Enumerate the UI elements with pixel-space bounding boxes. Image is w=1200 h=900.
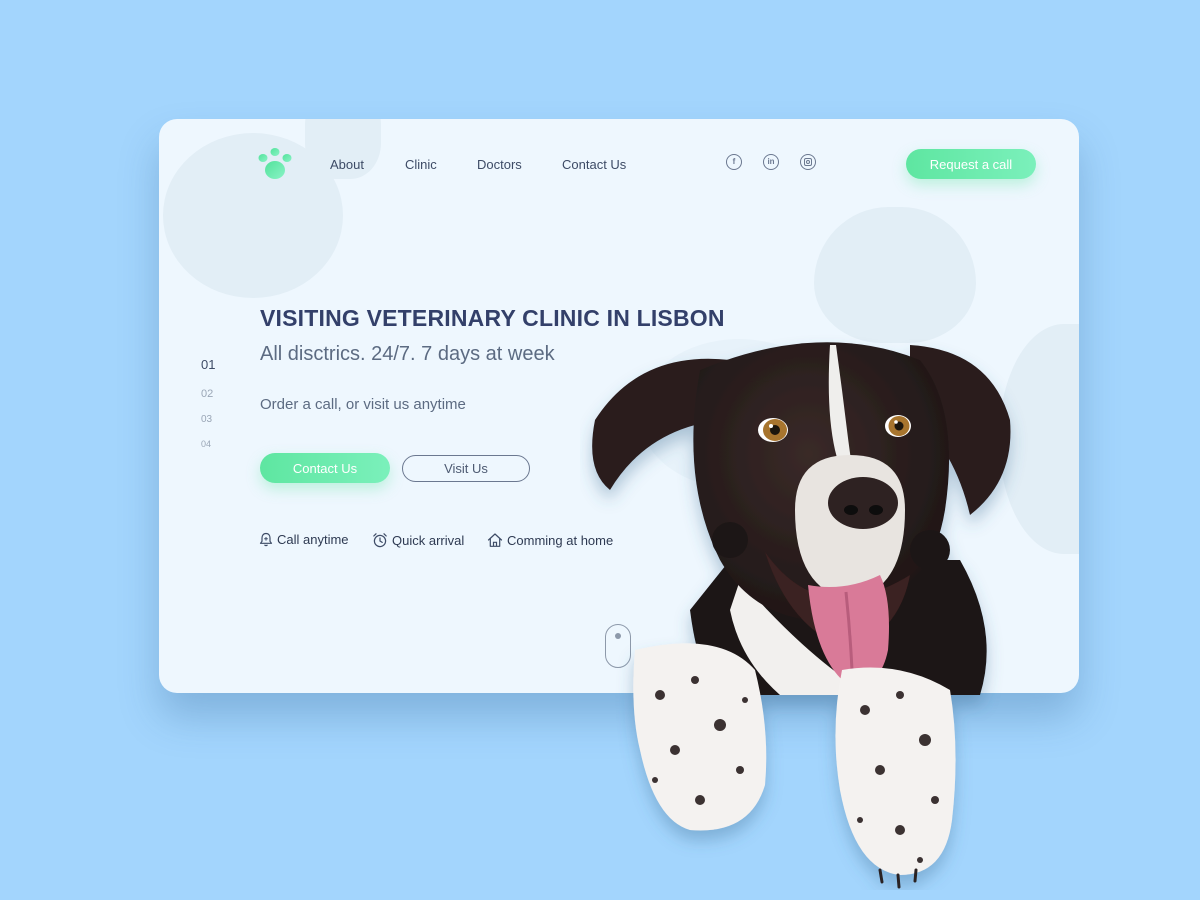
linkedin-icon[interactable]: in <box>763 154 779 170</box>
facebook-glyph: f <box>732 157 736 166</box>
slide-indicator-4[interactable]: 04 <box>201 439 211 449</box>
hero-title: VISITING VETERINARY CLINIC IN LISBON <box>260 305 725 331</box>
nav-doctors[interactable]: Doctors <box>477 157 522 172</box>
nav-clinic[interactable]: Clinic <box>405 157 437 172</box>
request-call-button[interactable]: Request a call <box>906 149 1036 179</box>
nav-about[interactable]: About <box>330 157 364 172</box>
slide-indicator-3[interactable]: 03 <box>201 414 212 425</box>
contact-us-button[interactable]: Contact Us <box>260 453 390 483</box>
instagram-glyph <box>804 158 812 166</box>
page-stage: About Clinic Doctors Contact Us f in Req… <box>0 0 1200 900</box>
facebook-icon[interactable]: f <box>726 154 742 170</box>
hero-subtitle: All disctrics. 24/7. 7 days at week <box>260 343 555 365</box>
dog-image <box>592 342 1011 889</box>
instagram-icon[interactable] <box>800 154 816 170</box>
visit-us-button[interactable]: Visit Us <box>402 455 530 482</box>
nav-contact-us[interactable]: Contact Us <box>562 157 626 172</box>
slide-indicator-1[interactable]: 01 <box>201 357 215 372</box>
background-blob <box>814 207 976 343</box>
feature-call-anytime: Call anytime <box>259 532 349 547</box>
house-icon <box>487 533 503 547</box>
feature-quick-arrival: Quick arrival <box>372 532 464 548</box>
bell-icon <box>259 532 273 547</box>
linkedin-glyph: in <box>767 157 775 166</box>
feature-label: Quick arrival <box>392 532 465 548</box>
slide-indicator-2[interactable]: 02 <box>201 388 213 400</box>
alarm-clock-icon <box>373 533 387 548</box>
paw-logo-icon[interactable] <box>257 147 293 181</box>
hero-description: Order a call, or visit us anytime <box>260 396 466 413</box>
feature-label: Call anytime <box>277 532 349 547</box>
